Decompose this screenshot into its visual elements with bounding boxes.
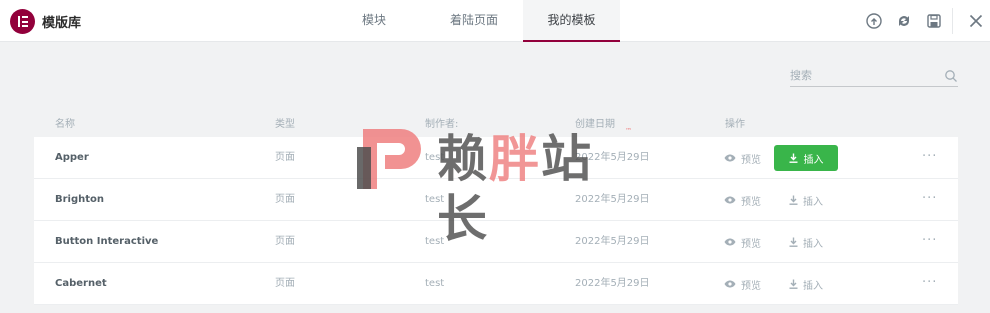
insert-button[interactable]: 插入	[774, 145, 838, 171]
preview-label: 预览	[741, 280, 761, 292]
preview-label: 预览	[741, 238, 761, 250]
column-header-author[interactable]: 制作者:	[425, 115, 458, 130]
header-bar: 模版库 模块 着陆页面 我的模板	[0, 0, 990, 42]
insert-button[interactable]: 插入	[789, 277, 823, 292]
column-header-date[interactable]: 创建日期	[575, 115, 615, 130]
save-icon[interactable]	[925, 12, 943, 30]
download-icon	[789, 279, 798, 289]
eye-icon	[724, 196, 736, 204]
insert-label: 插入	[803, 154, 824, 166]
template-date: 2022年5月29日	[575, 236, 650, 247]
header-divider	[952, 8, 953, 34]
template-date: 2022年5月29日	[575, 194, 650, 205]
preview-label: 预览	[741, 154, 761, 166]
eye-icon	[724, 154, 736, 162]
insert-label: 插入	[803, 196, 823, 208]
download-icon	[789, 237, 798, 247]
search-icon[interactable]	[944, 68, 958, 82]
search-input[interactable]	[790, 65, 935, 85]
tab-blocks[interactable]: 模块	[344, 0, 404, 42]
template-author: test	[425, 278, 445, 289]
template-name: Button Interactive	[55, 236, 159, 247]
insert-label: 插入	[803, 280, 823, 292]
more-options-icon[interactable]: ···	[922, 149, 937, 164]
template-type: 页面	[275, 152, 295, 163]
more-options-icon[interactable]: ···	[922, 191, 937, 206]
table-row: Apper 页面 test 2022年5月29日 预览 插入 ···	[34, 137, 958, 179]
template-name: Cabernet	[55, 278, 107, 289]
preview-button[interactable]: 预览	[724, 235, 761, 250]
table-row: Brighton 页面 test 2022年5月29日 预览 插入 ···	[34, 179, 958, 221]
insert-button[interactable]: 插入	[789, 193, 823, 208]
template-author: test	[425, 152, 445, 163]
search-field[interactable]	[790, 65, 958, 87]
elementor-logo-icon	[10, 9, 35, 34]
preview-button[interactable]: 预览	[724, 277, 761, 292]
tab-my-templates[interactable]: 我的模板	[523, 0, 620, 42]
preview-button[interactable]: 预览	[724, 151, 761, 166]
template-type: 页面	[275, 236, 295, 247]
more-options-icon[interactable]: ···	[922, 233, 937, 248]
preview-label: 预览	[741, 196, 761, 208]
insert-button[interactable]: 插入	[789, 235, 823, 250]
info-icon[interactable]	[865, 12, 883, 30]
template-type: 页面	[275, 194, 295, 205]
column-header-type[interactable]: 类型	[275, 115, 295, 130]
eye-icon	[724, 280, 736, 288]
column-header-actions: 操作	[725, 119, 745, 130]
template-name: Apper	[55, 152, 89, 163]
table-row: Cabernet 页面 test 2022年5月29日 预览 插入 ···	[34, 263, 958, 305]
sync-icon[interactable]	[895, 12, 913, 30]
template-date: 2022年5月29日	[575, 152, 650, 163]
library-title: 模版库	[42, 16, 82, 31]
watermark-trademark: ™	[625, 127, 632, 135]
close-icon[interactable]	[967, 12, 985, 30]
template-type: 页面	[275, 278, 295, 289]
download-icon	[789, 195, 798, 205]
insert-label: 插入	[803, 238, 823, 250]
table-row: Button Interactive 页面 test 2022年5月29日 预览…	[34, 221, 958, 263]
template-name: Brighton	[55, 194, 105, 205]
column-header-name[interactable]: 名称	[55, 115, 75, 130]
tab-landing-pages[interactable]: 着陆页面	[432, 0, 516, 42]
template-author: test	[425, 194, 445, 205]
eye-icon	[724, 238, 736, 246]
preview-button[interactable]: 预览	[724, 193, 761, 208]
download-icon	[789, 153, 797, 163]
template-date: 2022年5月29日	[575, 278, 650, 289]
template-author: test	[425, 236, 445, 247]
more-options-icon[interactable]: ···	[922, 275, 937, 290]
